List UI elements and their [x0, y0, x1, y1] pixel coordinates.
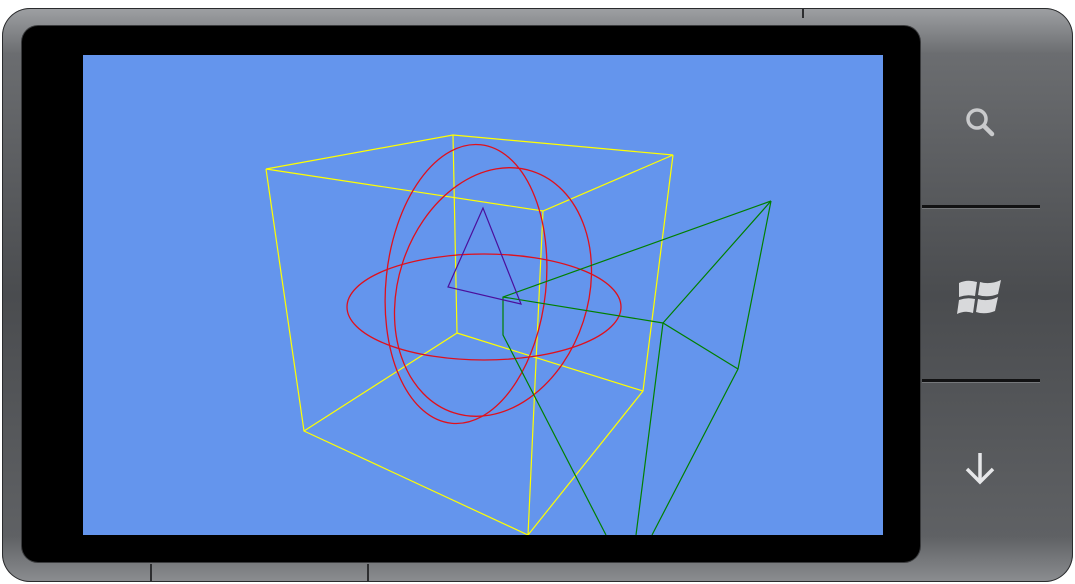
button-divider	[922, 205, 1040, 208]
search-button[interactable]	[920, 78, 1040, 168]
button-divider	[922, 379, 1040, 382]
scene-canvas	[83, 55, 883, 535]
start-button[interactable]	[920, 248, 1040, 348]
bezel-seam	[150, 564, 152, 582]
windows-logo-icon	[957, 280, 1001, 314]
bezel-seam	[367, 564, 369, 582]
phone-device	[2, 8, 1073, 582]
back-arrow-icon	[965, 453, 995, 485]
screen-bezel	[22, 26, 920, 562]
app-viewport[interactable]	[83, 55, 883, 535]
back-button[interactable]	[920, 418, 1040, 518]
bezel-seam	[802, 8, 804, 18]
search-icon	[966, 108, 995, 137]
hardware-buttons	[920, 8, 1073, 582]
